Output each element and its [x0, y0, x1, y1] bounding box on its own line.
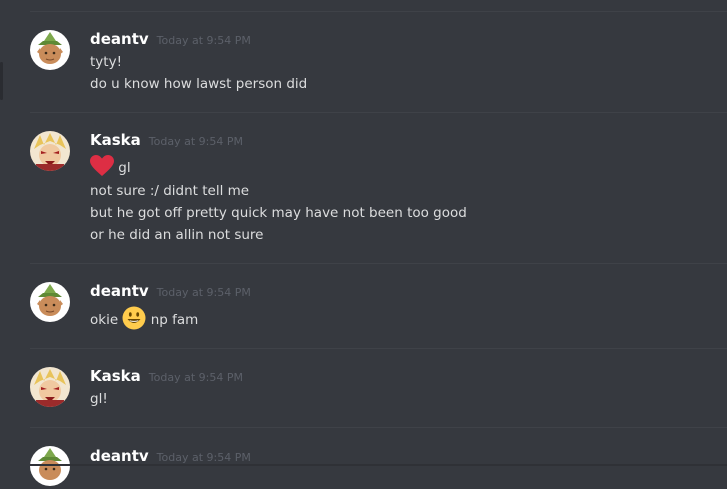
message-text: tyty!	[90, 54, 122, 70]
elf-avatar-icon	[30, 282, 70, 322]
message-text: do u know how lawst person did	[90, 76, 308, 92]
elf-avatar-icon	[30, 446, 70, 486]
anime-character-avatar-icon	[30, 367, 70, 407]
message-divider	[30, 263, 727, 264]
smiley-emoji-icon	[122, 306, 146, 334]
message-timestamp: Today at 9:54 PM	[148, 135, 243, 148]
message-author[interactable]: deantv Today at 9:54 PM	[90, 447, 251, 465]
avatar-kaska[interactable]	[30, 131, 70, 171]
message-divider	[30, 11, 727, 12]
message-author[interactable]: Kaska Today at 9:54 PM	[90, 367, 243, 385]
message-author[interactable]: deantv Today at 9:54 PM	[90, 282, 251, 300]
message-divider	[30, 348, 727, 349]
message-text: gl	[90, 155, 131, 181]
message-timestamp: Today at 9:54 PM	[156, 451, 251, 464]
message-divider	[30, 112, 727, 113]
avatar-deantv[interactable]	[30, 446, 70, 486]
anime-character-avatar-icon	[30, 131, 70, 171]
avatar-kaska[interactable]	[30, 367, 70, 407]
heart-emoji-icon	[90, 155, 114, 181]
message-timestamp: Today at 9:54 PM	[148, 371, 243, 384]
message-divider	[30, 427, 727, 428]
message-author[interactable]: deantv Today at 9:54 PM	[90, 30, 251, 48]
message-text: gl!	[90, 391, 108, 407]
message-timestamp: Today at 9:54 PM	[156, 34, 251, 47]
chat-input-top-edge	[30, 464, 727, 466]
avatar-deantv[interactable]	[30, 282, 70, 322]
scrollbar-handle[interactable]	[0, 62, 3, 100]
avatar-deantv[interactable]	[30, 30, 70, 70]
message-timestamp: Today at 9:54 PM	[156, 286, 251, 299]
message-text: but he got off pretty quick may have not…	[90, 205, 467, 221]
message-text: not sure :/ didnt tell me	[90, 183, 250, 199]
message-text: or he did an allin not sure	[90, 227, 264, 243]
message-author[interactable]: Kaska Today at 9:54 PM	[90, 131, 243, 149]
elf-avatar-icon	[30, 30, 70, 70]
message-text: okie np fam	[90, 306, 198, 334]
chat-message-list[interactable]: deantv Today at 9:54 PM tyty! do u know h…	[0, 0, 727, 489]
